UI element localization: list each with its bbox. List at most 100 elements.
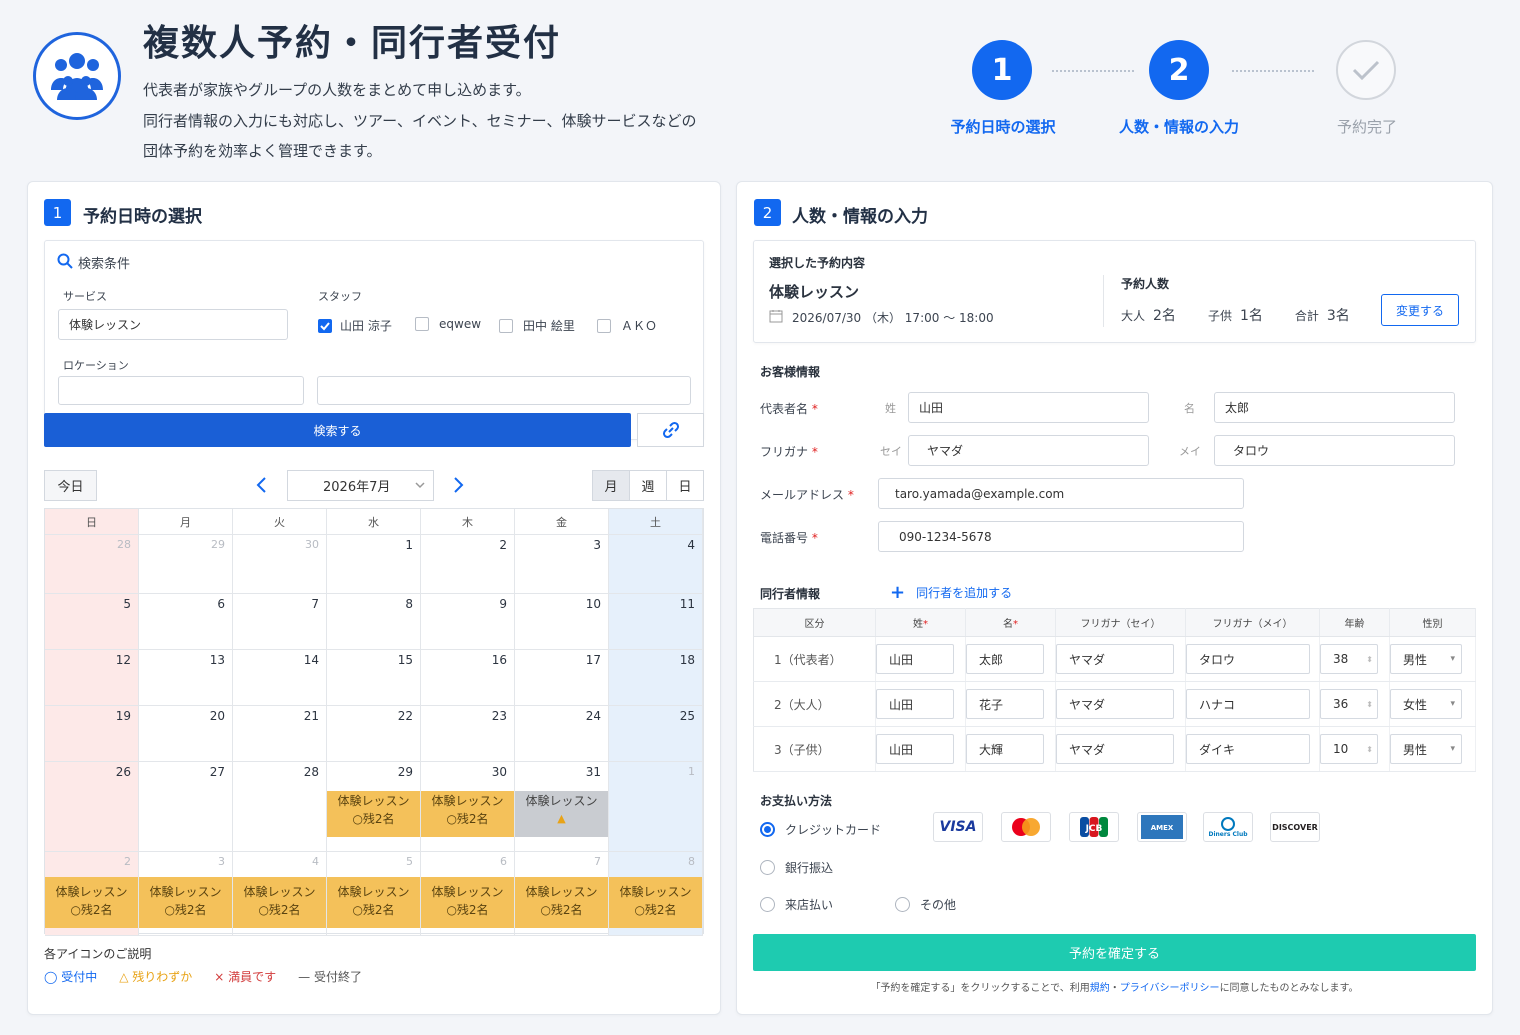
gender-select[interactable]: 男性 ▾ xyxy=(1390,644,1462,674)
calendar-day[interactable]: 31 体験レッスン ▲ xyxy=(515,762,609,852)
staff-checkbox-ako[interactable]: ＡＫＯ xyxy=(597,317,657,334)
calendar-day[interactable]: 27 xyxy=(139,762,233,852)
chevron-left-icon[interactable] xyxy=(254,475,270,499)
view-day-button[interactable]: 日 xyxy=(666,470,704,501)
kana-first-input[interactable]: タロウ xyxy=(1214,435,1455,466)
add-companion-button[interactable]: + 同行者を追加する xyxy=(890,583,1012,601)
calendar-day[interactable]: 18 xyxy=(609,650,703,706)
calendar-day[interactable]: 19 xyxy=(45,706,139,762)
search-button[interactable]: 検索する xyxy=(44,413,631,447)
calendar-day[interactable]: 3 xyxy=(515,535,609,594)
chevron-right-icon[interactable] xyxy=(450,475,466,499)
terms-link[interactable]: 規約 xyxy=(1090,983,1110,994)
radio[interactable] xyxy=(760,860,775,875)
calendar-day[interactable]: 20 xyxy=(139,706,233,762)
companion-first-input[interactable]: 大輝 xyxy=(966,734,1044,764)
email-field[interactable]: taro.yamada@example.com xyxy=(878,478,1244,509)
calendar-day[interactable]: 2 体験レッスン ○残2名 xyxy=(45,852,139,936)
calendar-day[interactable]: 6 体験レッスン ○残2名 xyxy=(421,852,515,936)
calendar-day[interactable]: 13 xyxy=(139,650,233,706)
payment-option-store[interactable]: 来店払い xyxy=(760,896,833,913)
calendar-day[interactable]: 4 xyxy=(609,535,703,594)
payment-option-bank[interactable]: 銀行振込 xyxy=(760,859,833,876)
companion-last-input[interactable]: 山田 xyxy=(876,689,954,719)
calendar-day[interactable]: 11 xyxy=(609,594,703,650)
calendar-day[interactable]: 23 xyxy=(421,706,515,762)
calendar-day[interactable]: 22 xyxy=(327,706,421,762)
payment-option-credit[interactable]: クレジットカード xyxy=(760,821,881,838)
radio[interactable] xyxy=(760,897,775,912)
calendar-day[interactable]: 5 体験レッスン ○残2名 xyxy=(327,852,421,936)
calendar-day[interactable]: 16 xyxy=(421,650,515,706)
companion-kana-last-input[interactable]: ヤマダ xyxy=(1056,644,1174,674)
staff-checkbox-yamada[interactable]: 山田 涼子 xyxy=(318,317,392,334)
event-slot-few[interactable]: 体験レッスン ▲ xyxy=(515,791,608,837)
companion-kana-first-input[interactable]: ハナコ xyxy=(1186,689,1310,719)
event-slot[interactable]: 体験レッスン ○残2名 xyxy=(45,877,138,928)
kana-last-input[interactable]: ヤマダ xyxy=(908,435,1149,466)
confirm-reservation-button[interactable]: 予約を確定する xyxy=(753,934,1476,971)
calendar-day[interactable]: 7 体験レッスン ○残2名 xyxy=(515,852,609,936)
calendar-day[interactable]: 15 xyxy=(327,650,421,706)
age-stepper[interactable]: 36 ⬍ xyxy=(1320,689,1378,719)
change-button[interactable]: 変更する xyxy=(1381,294,1459,326)
calendar-day[interactable]: 28 xyxy=(233,762,327,852)
event-slot[interactable]: 体験レッスン ○残2名 xyxy=(515,877,608,928)
calendar-day[interactable]: 1 xyxy=(327,535,421,594)
companion-kana-last-input[interactable]: ヤマダ xyxy=(1056,689,1174,719)
view-week-button[interactable]: 週 xyxy=(629,470,667,501)
calendar-day[interactable]: 17 xyxy=(515,650,609,706)
calendar-day[interactable]: 5 xyxy=(45,594,139,650)
calendar-day[interactable]: 3 体験レッスン ○残2名 xyxy=(139,852,233,936)
staff-checkbox-eqwew[interactable]: eqwew xyxy=(415,317,481,331)
link-icon[interactable] xyxy=(637,413,704,447)
event-slot[interactable]: 体験レッスン ○残2名 xyxy=(327,877,420,928)
radio[interactable] xyxy=(895,897,910,912)
location-input-secondary[interactable] xyxy=(317,376,691,405)
checkbox[interactable] xyxy=(499,318,513,333)
event-slot[interactable]: 体験レッスン ○残2名 xyxy=(421,791,514,837)
month-select[interactable]: 2026年7月 xyxy=(287,470,434,501)
companion-last-input[interactable]: 山田 xyxy=(876,644,954,674)
event-slot[interactable]: 体験レッスン ○残2名 xyxy=(139,877,232,928)
privacy-link[interactable]: プライバシーポリシー xyxy=(1120,983,1220,994)
calendar-day[interactable]: 9 xyxy=(421,594,515,650)
calendar-day[interactable]: 2 xyxy=(421,535,515,594)
companion-first-input[interactable]: 太郎 xyxy=(966,644,1044,674)
calendar-day[interactable]: 29 xyxy=(139,535,233,594)
event-slot[interactable]: 体験レッスン ○残2名 xyxy=(609,877,702,928)
age-stepper[interactable]: 38 ⬍ xyxy=(1320,644,1378,674)
calendar-day[interactable]: 6 xyxy=(139,594,233,650)
calendar-day[interactable]: 12 xyxy=(45,650,139,706)
gender-select[interactable]: 女性 ▾ xyxy=(1390,689,1462,719)
calendar-day[interactable]: 24 xyxy=(515,706,609,762)
radio-selected[interactable] xyxy=(760,822,775,837)
calendar-day[interactable]: 26 xyxy=(45,762,139,852)
checkbox-checked-icon[interactable] xyxy=(318,318,332,333)
calendar-day[interactable]: 8 xyxy=(327,594,421,650)
checkbox[interactable] xyxy=(597,318,611,333)
gender-select[interactable]: 男性 ▾ xyxy=(1390,734,1462,764)
calendar-day[interactable]: 14 xyxy=(233,650,327,706)
companion-first-input[interactable]: 花子 xyxy=(966,689,1044,719)
calendar-day[interactable]: 8 体験レッスン ○残2名 xyxy=(609,852,703,936)
staff-checkbox-tanaka[interactable]: 田中 絵里 xyxy=(499,317,575,334)
calendar-day[interactable]: 30 体験レッスン ○残2名 xyxy=(421,762,515,852)
location-input[interactable] xyxy=(58,376,304,405)
age-stepper[interactable]: 10 ⬍ xyxy=(1320,734,1378,764)
view-month-button[interactable]: 月 xyxy=(592,470,630,501)
companion-kana-first-input[interactable]: タロウ xyxy=(1186,644,1310,674)
today-button[interactable]: 今日 xyxy=(44,470,97,501)
calendar-day[interactable]: 21 xyxy=(233,706,327,762)
service-input[interactable]: 体験レッスン xyxy=(58,309,288,340)
calendar-day[interactable]: 30 xyxy=(233,535,327,594)
companion-last-input[interactable]: 山田 xyxy=(876,734,954,764)
calendar-day[interactable]: 10 xyxy=(515,594,609,650)
event-slot[interactable]: 体験レッスン ○残2名 xyxy=(421,877,514,928)
calendar-day[interactable]: 25 xyxy=(609,706,703,762)
calendar-day[interactable]: 29 体験レッスン ○残2名 xyxy=(327,762,421,852)
calendar-day[interactable]: 1 xyxy=(609,762,703,852)
calendar-day[interactable]: 28 xyxy=(45,535,139,594)
checkbox[interactable] xyxy=(415,317,429,331)
event-slot[interactable]: 体験レッスン ○残2名 xyxy=(327,791,420,837)
